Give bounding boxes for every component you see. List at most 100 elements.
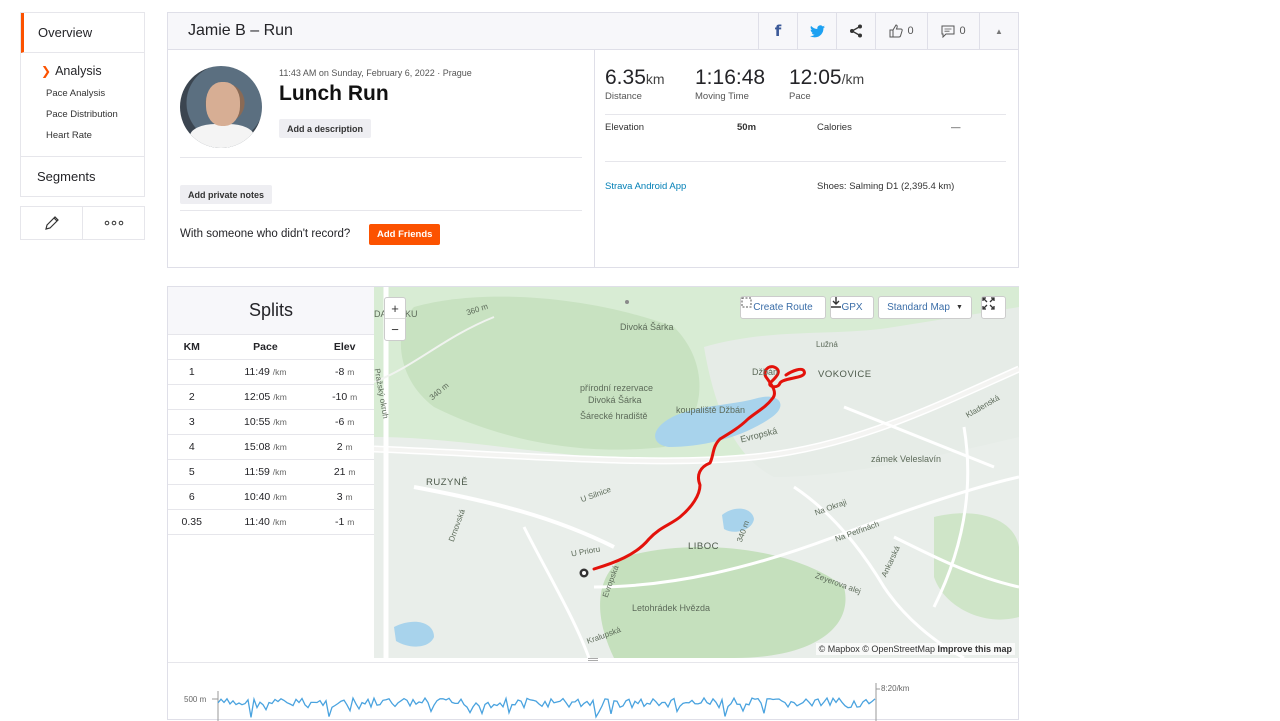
share-icon <box>850 24 862 38</box>
stat-moving-time: 1:16:48 Moving Time <box>695 66 765 102</box>
map-label: LIBOC <box>688 541 720 552</box>
activity-header: Jamie B – Run f 0 0 ▲ <box>168 12 1018 50</box>
download-icon <box>831 297 841 308</box>
split-pace-unit: /km <box>273 441 287 452</box>
elevation-label: Elevation <box>605 122 645 133</box>
table-row[interactable]: 0.35 11:40 /km -1 m <box>168 509 374 535</box>
comments-count: 0 <box>959 25 966 37</box>
elevation-pace-chart[interactable]: 500 m 8:20/km <box>168 658 1019 721</box>
split-pace-value: 10:40 <box>243 490 271 503</box>
map-label: Lužná <box>816 340 838 349</box>
split-elev: -8 m <box>315 359 374 385</box>
table-row[interactable]: 1 11:49 /km -8 m <box>168 359 374 385</box>
split-elev: 3 m <box>315 484 374 510</box>
shoes-text: Shoes: Salming D1 (2,395.4 km) <box>817 181 955 192</box>
split-pace: 11:49 /km <box>215 359 316 385</box>
pace-value: 12:05 <box>789 66 842 89</box>
avatar[interactable] <box>180 66 262 148</box>
stat-distance: 6.35km Distance <box>605 66 665 102</box>
caret-up-icon: ▲ <box>995 26 1003 36</box>
route-map[interactable]: DA NÍKU 360 m Divoká Šárka přírodní reze… <box>374 287 1019 658</box>
table-row[interactable]: 3 10:55 /km -6 m <box>168 409 374 435</box>
moving-time-value: 1:16:48 <box>695 66 766 89</box>
split-elev-value: -10 <box>332 390 348 403</box>
table-row[interactable]: 2 12:05 /km -10 m <box>168 384 374 410</box>
splits-rows: 1 11:49 /km -8 m 2 12:05 /km -10 m 3 10:55 /km -… <box>168 359 374 535</box>
zoom-controls: + − <box>384 297 406 341</box>
map-label: přírodní rezervace <box>580 383 654 393</box>
share-button[interactable] <box>836 12 875 50</box>
activity-body: 11:43 AM on Sunday, February 6, 2022 · P… <box>168 50 1018 267</box>
table-row[interactable]: 6 10:40 /km 3 m <box>168 484 374 510</box>
table-row[interactable]: 5 11:59 /km 21 m <box>168 459 374 485</box>
split-pace: 10:40 /km <box>215 484 316 510</box>
osm-attribution[interactable]: © OpenStreetMap <box>862 644 935 654</box>
column-header-elev: Elev <box>315 335 374 360</box>
add-description-button[interactable]: Add a description <box>279 119 372 138</box>
column-header-pace: Pace <box>215 335 316 360</box>
map-label: Džbán <box>752 367 779 377</box>
split-pace-value: 11:59 <box>244 465 270 478</box>
nav-overview-block: Overview ❯ Analysis Pace Analysis Pace D… <box>20 12 145 157</box>
pencil-icon <box>44 216 59 230</box>
split-elev: -6 m <box>315 409 374 435</box>
pace-line <box>217 696 876 719</box>
split-pace-value: 12:05 <box>243 390 271 403</box>
nav-heart-rate[interactable]: Heart Rate <box>21 125 144 146</box>
edit-button[interactable] <box>21 207 82 239</box>
moving-time-label: Moving Time <box>695 91 749 102</box>
create-route-button[interactable]: Create Route <box>740 296 826 319</box>
split-elev: -10 m <box>315 384 374 410</box>
divider <box>605 114 1006 115</box>
facebook-share-button[interactable]: f <box>758 12 797 50</box>
resize-handle[interactable] <box>588 658 598 661</box>
nav-analysis[interactable]: ❯ Analysis <box>21 59 144 83</box>
split-pace-value: 11:40 <box>244 515 270 528</box>
nav-overview[interactable]: Overview <box>21 13 144 53</box>
zoom-out-button[interactable]: − <box>385 319 405 340</box>
device-link[interactable]: Strava Android App <box>605 181 686 192</box>
thumbs-up-icon <box>889 24 904 38</box>
split-elev: -1 m <box>315 509 374 535</box>
comment-icon <box>941 25 955 38</box>
sidebar-nav: Overview ❯ Analysis Pace Analysis Pace D… <box>20 12 145 240</box>
with-someone-text: With someone who didn't record? <box>180 228 351 240</box>
map-label: zámek Veleslavín <box>871 454 942 464</box>
splits-panel: Splits KM Pace Elev 1 11:49 /km -8 m 2 12:05… <box>168 287 374 658</box>
map-attribution: © Mapbox © OpenStreetMap Improve this ma… <box>815 643 1015 655</box>
split-elev: 21 m <box>315 459 374 485</box>
nav-segments[interactable]: Segments <box>20 157 145 197</box>
split-pace: 15:08 /km <box>215 434 316 460</box>
activity-stats: 6.35km Distance 1:16:48 Moving Time 12:0… <box>595 50 1018 267</box>
map-label: Divoká Šárka <box>620 322 674 332</box>
nav-pace-analysis[interactable]: Pace Analysis <box>21 83 144 104</box>
comments-button[interactable]: 0 <box>927 12 979 50</box>
map-style-label: Standard Map <box>887 302 950 313</box>
mapbox-attribution[interactable]: © Mapbox <box>819 644 860 654</box>
split-elev-unit: m <box>348 466 356 477</box>
split-pace-value: 11:49 <box>244 365 270 378</box>
nav-pace-distribution[interactable]: Pace Distribution <box>21 104 144 125</box>
split-elev-unit: m <box>345 491 353 502</box>
chart-canvas <box>212 683 880 721</box>
collapse-button[interactable]: ▲ <box>979 12 1018 50</box>
split-pace-unit: /km <box>273 491 287 502</box>
kudos-button[interactable]: 0 <box>875 12 927 50</box>
split-elev-value: 2 <box>336 440 343 453</box>
map-style-select[interactable]: Standard Map ▼ <box>878 296 972 319</box>
improve-map-link[interactable]: Improve this map <box>937 644 1012 654</box>
map-label: koupaliště Džbán <box>676 405 746 415</box>
fullscreen-button[interactable] <box>981 296 1006 319</box>
map-label: VOKOVICE <box>818 369 872 380</box>
divider <box>605 161 1006 162</box>
zoom-in-button[interactable]: + <box>385 298 405 320</box>
calories-value: — <box>951 122 961 133</box>
table-row[interactable]: 4 15:08 /km 2 m <box>168 434 374 460</box>
twitter-share-button[interactable] <box>797 12 836 50</box>
gpx-download-button[interactable]: GPX <box>830 296 874 319</box>
more-button[interactable] <box>82 207 144 239</box>
activity-details: 11:43 AM on Sunday, February 6, 2022 · P… <box>168 50 595 267</box>
add-friends-button[interactable]: Add Friends <box>369 224 441 245</box>
split-pace-value: 15:08 <box>243 440 271 453</box>
add-private-notes-button[interactable]: Add private notes <box>180 185 273 204</box>
